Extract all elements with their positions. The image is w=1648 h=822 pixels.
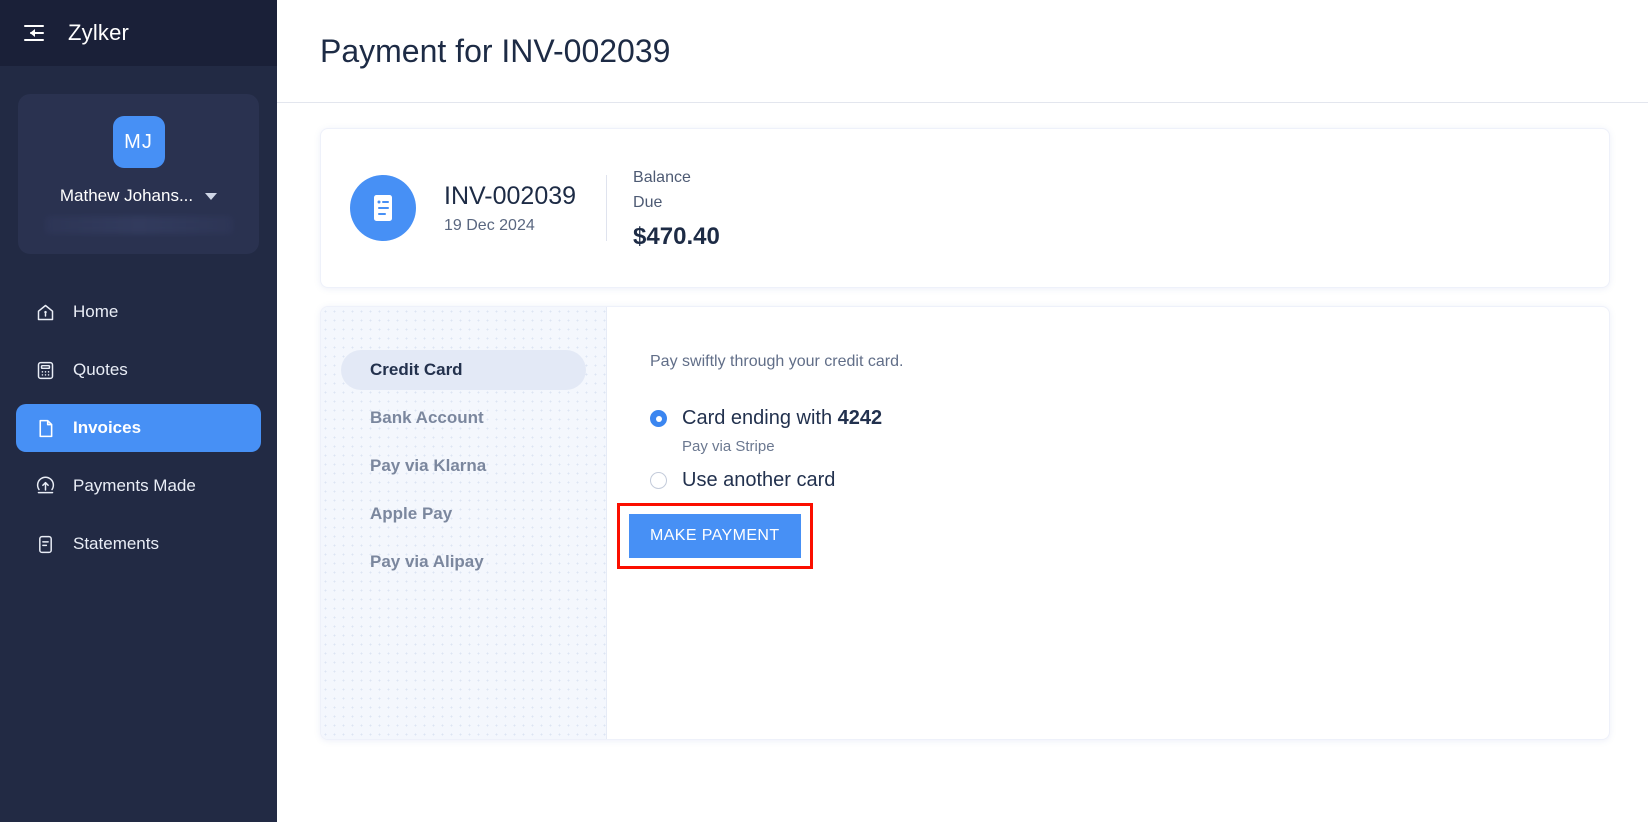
sidebar-item-statements[interactable]: Statements xyxy=(16,520,261,568)
radio-saved-card-digits: 4242 xyxy=(837,407,883,429)
profile-name-row[interactable]: Mathew Johans... xyxy=(59,186,218,206)
chevron-down-icon[interactable] xyxy=(205,192,218,200)
redacted-email xyxy=(44,216,233,234)
balance-due-amount: $470.40 xyxy=(633,223,720,250)
payment-method-label: Bank Account xyxy=(370,408,484,427)
invoice-summary-card: INV-002039 19 Dec 2024 Balance Due $470.… xyxy=(320,128,1610,288)
page-header: Payment for INV-002039 xyxy=(277,0,1648,103)
home-icon xyxy=(34,301,56,323)
payment-method-apple-pay[interactable]: Apple Pay xyxy=(341,494,586,534)
radio-saved-card-prefix: Card ending with xyxy=(682,407,838,429)
brand-title: Zylker xyxy=(68,20,130,45)
radio-another-card-label: Use another card xyxy=(682,469,836,491)
payment-intro-text: Pay swiftly through your credit card. xyxy=(650,353,904,370)
sidebar-header: Zylker xyxy=(0,0,277,66)
payment-method-label: Credit Card xyxy=(370,360,463,379)
balance-block: Balance Due $470.40 xyxy=(633,165,720,251)
sidebar-item-label: Payments Made xyxy=(73,476,196,495)
payment-method-bank-account[interactable]: Bank Account xyxy=(341,398,586,438)
balance-due-label: Balance Due xyxy=(633,169,691,211)
payment-card: Credit Card Bank Account Pay via Klarna … xyxy=(320,306,1610,740)
statement-icon xyxy=(34,533,56,555)
avatar: MJ xyxy=(112,116,165,168)
profile-name: Mathew Johans... xyxy=(59,186,194,205)
make-payment-button[interactable]: MAKE PAYMENT xyxy=(629,514,801,558)
radio-another-card[interactable] xyxy=(650,472,667,489)
sidebar-item-payments-made[interactable]: Payments Made xyxy=(16,462,261,510)
document-icon xyxy=(34,417,56,439)
sidebar: Zylker MJ Mathew Johans... Home Quotes I… xyxy=(0,0,277,822)
card-option-saved[interactable]: Card ending with 4242 xyxy=(650,407,1609,430)
radio-saved-card-sub: Pay via Stripe xyxy=(682,438,775,455)
sidebar-item-invoices[interactable]: Invoices xyxy=(16,404,261,452)
sidebar-item-label: Invoices xyxy=(73,418,142,437)
payment-method-credit-card[interactable]: Credit Card xyxy=(341,350,586,390)
sidebar-item-quotes[interactable]: Quotes xyxy=(16,346,261,394)
upload-circle-icon xyxy=(34,475,56,497)
collapse-menu-icon[interactable] xyxy=(18,17,50,49)
invoice-meta: INV-002039 19 Dec 2024 xyxy=(444,182,576,235)
card-option-another[interactable]: Use another card xyxy=(650,469,1609,492)
app-root: Zylker MJ Mathew Johans... Home Quotes I… xyxy=(0,0,1648,822)
payment-method-alipay[interactable]: Pay via Alipay xyxy=(341,542,586,582)
sidebar-item-label: Quotes xyxy=(73,360,128,379)
invoice-number: INV-002039 xyxy=(444,181,577,210)
invoice-document-icon xyxy=(350,175,416,241)
radio-saved-card[interactable] xyxy=(650,410,667,427)
invoice-date: 19 Dec 2024 xyxy=(444,216,535,234)
sidebar-nav: Home Quotes Invoices Payments Made State… xyxy=(0,288,277,578)
main-content: Payment for INV-002039 INV-002039 19 Dec… xyxy=(277,0,1648,822)
divider xyxy=(606,175,608,241)
payment-methods-list: Credit Card Bank Account Pay via Klarna … xyxy=(321,307,607,739)
content-area: INV-002039 19 Dec 2024 Balance Due $470.… xyxy=(277,103,1648,740)
payment-detail-pane: Pay swiftly through your credit card. Ca… xyxy=(607,307,1609,739)
page-title: Payment for INV-002039 xyxy=(320,32,671,69)
sidebar-item-label: Statements xyxy=(73,534,159,553)
payment-method-label: Pay via Klarna xyxy=(370,456,487,475)
sidebar-item-home[interactable]: Home xyxy=(16,288,261,336)
payment-method-klarna[interactable]: Pay via Klarna xyxy=(341,446,586,486)
payment-method-label: Pay via Alipay xyxy=(370,552,484,571)
user-profile-card[interactable]: MJ Mathew Johans... xyxy=(18,94,259,254)
sidebar-item-label: Home xyxy=(73,302,119,321)
radio-saved-card-label: Card ending with 4242 xyxy=(682,407,882,430)
payment-method-label: Apple Pay xyxy=(370,504,453,523)
calculator-icon xyxy=(34,359,56,381)
make-payment-highlight-box: MAKE PAYMENT xyxy=(617,503,813,569)
